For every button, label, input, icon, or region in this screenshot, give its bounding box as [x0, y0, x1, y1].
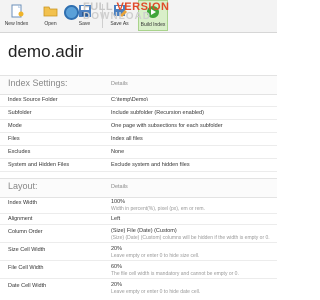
- settings-row: Mode One page with subsections for each …: [0, 120, 277, 133]
- layout-row: Index Width 100% Width in percent(%), pi…: [0, 197, 277, 214]
- layout-key: File Cell Width: [8, 265, 44, 271]
- layout-note: Width in percent(%), pixel (px), em or r…: [111, 206, 205, 212]
- settings-row: Files Index all files: [0, 133, 277, 146]
- build-index-icon: [145, 5, 161, 19]
- layout-row: Size Cell Width 20% Leave empty or enter…: [0, 244, 277, 261]
- layout-row: Date Cell Width 20% Leave empty or enter…: [0, 280, 277, 299]
- layout-key: Column Order: [8, 229, 43, 235]
- toolbar: New Index Open Save Save As Build Index: [0, 0, 277, 33]
- new-index-button[interactable]: New Index: [2, 0, 31, 31]
- layout-key: Alignment: [8, 216, 33, 222]
- layout-row: Alignment Left: [0, 214, 277, 225]
- save-label: Save: [78, 21, 91, 27]
- layout-heading: Layout:: [8, 181, 38, 191]
- save-as-label: Save As: [110, 21, 129, 27]
- index-settings-heading: Index Settings:: [8, 78, 68, 88]
- settings-key: System and Hidden Files: [8, 162, 70, 168]
- new-index-icon: [9, 4, 25, 18]
- settings-row: Index Source Folder C:\temp\Demo\: [0, 94, 277, 107]
- layout-value: 20%: [111, 282, 123, 288]
- settings-key: Excludes: [8, 149, 31, 155]
- layout-key: Date Cell Width: [8, 283, 47, 289]
- save-as-button[interactable]: Save As: [105, 0, 134, 31]
- settings-key: Subfolder: [8, 110, 32, 116]
- layout-note: Leave empty or enter 0 to hide date cell…: [111, 289, 201, 295]
- index-settings-header: Index Settings: Details: [0, 75, 277, 95]
- save-as-icon: [112, 4, 128, 18]
- save-button[interactable]: Save: [70, 0, 99, 31]
- layout-key: Size Cell Width: [8, 247, 46, 253]
- settings-value: C:\temp\Demo\: [111, 97, 148, 103]
- layout-row: File Cell Width 60% The file cell width …: [0, 262, 277, 279]
- settings-value: None: [111, 149, 125, 155]
- layout-note: Leave empty or enter 0 to hide size cell…: [111, 253, 200, 259]
- new-index-label: New Index: [4, 21, 29, 27]
- settings-value: One page with subsections for each subfo…: [111, 123, 223, 129]
- settings-row: Subfolder Include subfolder (Recursion e…: [0, 107, 277, 120]
- settings-row: Excludes None: [0, 146, 277, 159]
- layout-note: The file cell width is mandatory and can…: [111, 271, 239, 277]
- settings-key: Files: [8, 136, 20, 142]
- index-settings-details-label: Details: [111, 81, 128, 87]
- layout-header: Layout: Details: [0, 178, 277, 198]
- settings-value: Include subfolder (Recursion enabled): [111, 110, 204, 116]
- layout-details-label: Details: [111, 184, 128, 190]
- layout-value: 60%: [111, 264, 123, 270]
- settings-value: Index all files: [111, 136, 143, 142]
- save-icon: [77, 4, 93, 18]
- open-label: Open: [44, 21, 57, 27]
- build-index-button[interactable]: Build Index: [138, 0, 168, 31]
- build-index-label: Build Index: [140, 22, 166, 28]
- page-title: demo.adir: [8, 42, 84, 61]
- settings-key: Index Source Folder: [8, 97, 58, 103]
- layout-note: (Size) (Date) (Custom) columns will be h…: [111, 235, 270, 241]
- settings-key: Mode: [8, 123, 22, 129]
- open-button[interactable]: Open: [36, 0, 65, 31]
- layout-value: 100%: [111, 199, 126, 205]
- layout-value: (Size) File (Date) (Custom): [111, 228, 177, 234]
- layout-value: Left: [111, 216, 121, 222]
- toolbar-separator: [102, 4, 103, 28]
- settings-row: System and Hidden Files Exclude system a…: [0, 159, 277, 172]
- open-folder-icon: [43, 4, 59, 18]
- layout-key: Index Width: [8, 200, 38, 206]
- layout-value: 20%: [111, 246, 123, 252]
- layout-row: Column Order (Size) File (Date) (Custom)…: [0, 226, 277, 243]
- settings-value: Exclude system and hidden files: [111, 162, 190, 168]
